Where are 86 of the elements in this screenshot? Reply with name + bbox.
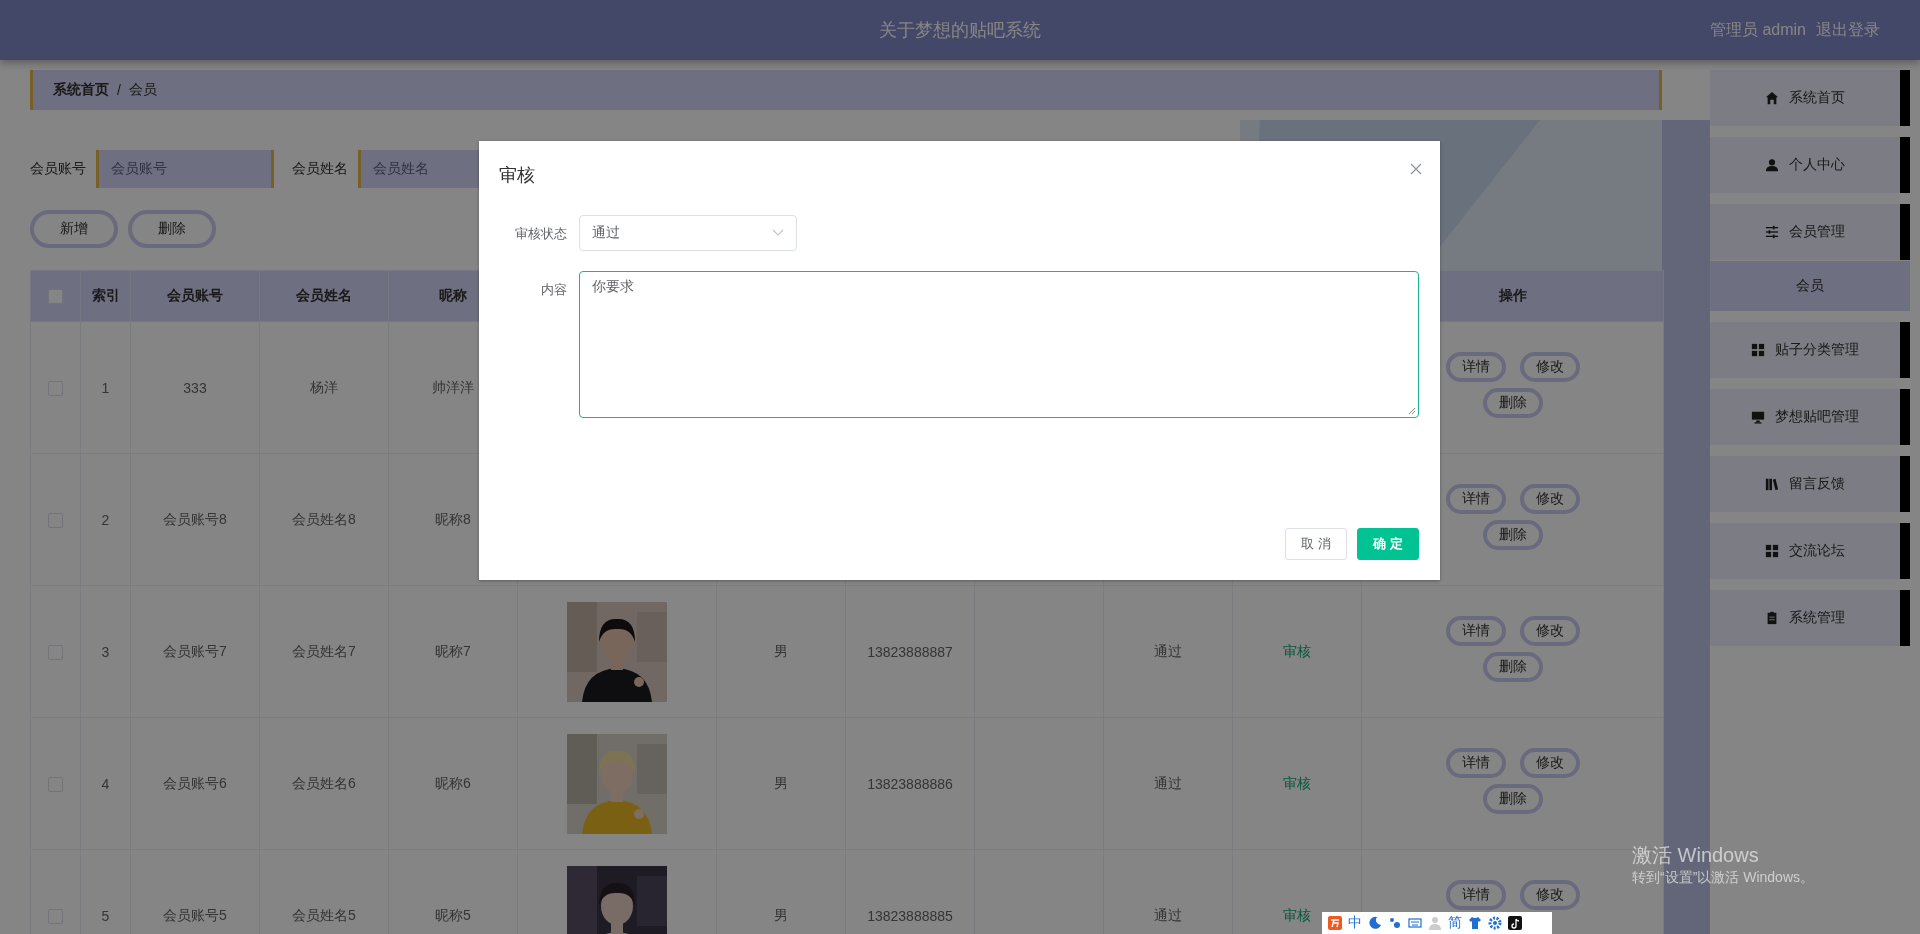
action-button[interactable]: 删除 [128, 210, 216, 248]
cancel-button[interactable]: 取 消 [1285, 528, 1347, 560]
input-mode[interactable]: 中 [1348, 914, 1362, 932]
table-cell: 昵称6 [388, 717, 518, 850]
breadcrumb-separator: / [117, 82, 121, 98]
shirt-icon[interactable] [1468, 916, 1482, 930]
table-cell: 1 [80, 321, 131, 454]
music-note-icon[interactable] [1508, 916, 1522, 930]
table-cell: 13823888886 [845, 717, 975, 850]
action-button[interactable]: 新增 [30, 210, 118, 248]
sidebar-item[interactable]: 个人中心 [1710, 137, 1910, 193]
sliders-icon [1765, 225, 1779, 239]
row-action-button[interactable]: 修改 [1519, 484, 1580, 514]
table-cell: 昵称7 [388, 585, 518, 718]
row-action-button[interactable]: 修改 [1519, 352, 1580, 382]
sidebar-item[interactable]: 留言反馈 [1710, 456, 1910, 512]
row-action-button[interactable]: 详情 [1445, 880, 1506, 910]
table-cell: 杨洋 [259, 321, 389, 454]
user-label: 管理员 admin [1709, 19, 1806, 40]
table-cell: 3 [80, 585, 131, 718]
row-action-button[interactable]: 删除 [1482, 388, 1543, 418]
settings-icon[interactable] [1488, 916, 1502, 930]
dialog-title: 审核 [499, 164, 535, 187]
form-label: 审核状态 [514, 225, 567, 243]
clipboard-icon [1765, 611, 1779, 625]
table-cell: 会员姓名7 [259, 585, 389, 718]
user-icon[interactable] [1428, 916, 1442, 930]
row-action-button[interactable]: 详情 [1445, 616, 1506, 646]
resize-grip-icon[interactable] [1408, 407, 1416, 415]
table-cell: 通过 [1103, 717, 1233, 850]
chevron-down-icon [772, 229, 784, 237]
home-icon [1765, 91, 1779, 105]
monitor-icon [1751, 410, 1765, 424]
sidebar-item[interactable]: 贴子分类管理 [1710, 322, 1910, 378]
table-cell: 通过 [1103, 585, 1233, 718]
status-select[interactable]: 通过 [579, 215, 797, 251]
search-field[interactable]: 会员账号 [96, 150, 274, 188]
moon-icon[interactable] [1368, 916, 1382, 930]
breadcrumb-link[interactable]: 系统首页 [53, 81, 109, 99]
user-icon [1765, 158, 1779, 172]
table-cell: 333 [130, 321, 260, 454]
row-action-button[interactable]: 删除 [1482, 520, 1543, 550]
charset-mode[interactable]: 简 [1448, 914, 1462, 932]
app-logo-icon [1328, 916, 1342, 930]
table-cell: 2 [80, 453, 131, 586]
sidebar-item[interactable]: 会员管理 [1710, 204, 1910, 260]
row-action-button[interactable]: 详情 [1445, 352, 1506, 382]
row-action-button[interactable]: 删除 [1482, 652, 1543, 682]
column-header: 会员姓名 [259, 270, 389, 322]
grid-icon [1751, 343, 1765, 357]
table-cell: 会员账号6 [130, 717, 260, 850]
search-label: 会员姓名 [292, 160, 348, 178]
column-header: 索引 [80, 270, 131, 322]
row-action-button[interactable]: 删除 [1482, 784, 1543, 814]
app-title: 关于梦想的贴吧系统 [879, 19, 1041, 42]
table-cell: 会员姓名6 [259, 717, 389, 850]
table-cell: 13823888887 [845, 585, 975, 718]
row-action-button[interactable]: 修改 [1519, 880, 1580, 910]
table-cell: 会员姓名8 [259, 453, 389, 586]
row-action-button[interactable]: 修改 [1519, 616, 1580, 646]
activation-text: 转到“设置”以激活 Windows。 [1632, 869, 1814, 887]
table-cell: 会员账号8 [130, 453, 260, 586]
sidebar-subitem[interactable]: 会员 [1710, 261, 1910, 311]
keyboard-icon[interactable] [1408, 916, 1422, 930]
activation-title: 激活 Windows [1632, 843, 1760, 868]
logout-link[interactable]: 退出登录 [1816, 19, 1880, 41]
row-action-button[interactable]: 详情 [1445, 748, 1506, 778]
books-icon [1765, 477, 1779, 491]
dots-icon[interactable] [1388, 916, 1402, 930]
sidebar-item[interactable]: 交流论坛 [1710, 523, 1910, 579]
form-label: 内容 [540, 281, 567, 299]
sidebar-item[interactable]: 系统首页 [1710, 70, 1910, 126]
table-cell: 4 [80, 717, 131, 850]
column-header: 会员账号 [130, 270, 260, 322]
table-cell: 会员账号7 [130, 585, 260, 718]
breadcrumb-link[interactable]: 会员 [128, 81, 157, 99]
row-action-button[interactable]: 详情 [1445, 484, 1506, 514]
sidebar-item[interactable]: 系统管理 [1710, 590, 1910, 646]
search-label: 会员账号 [30, 160, 86, 178]
close-icon[interactable] [1410, 163, 1422, 175]
table-cell: 男 [716, 585, 846, 718]
table-cell: 男 [716, 717, 846, 850]
grid-icon [1765, 544, 1779, 558]
content-textarea[interactable]: 你要求 [579, 271, 1419, 418]
sidebar-item[interactable]: 梦想贴吧管理 [1710, 389, 1910, 445]
row-action-button[interactable]: 修改 [1519, 748, 1580, 778]
